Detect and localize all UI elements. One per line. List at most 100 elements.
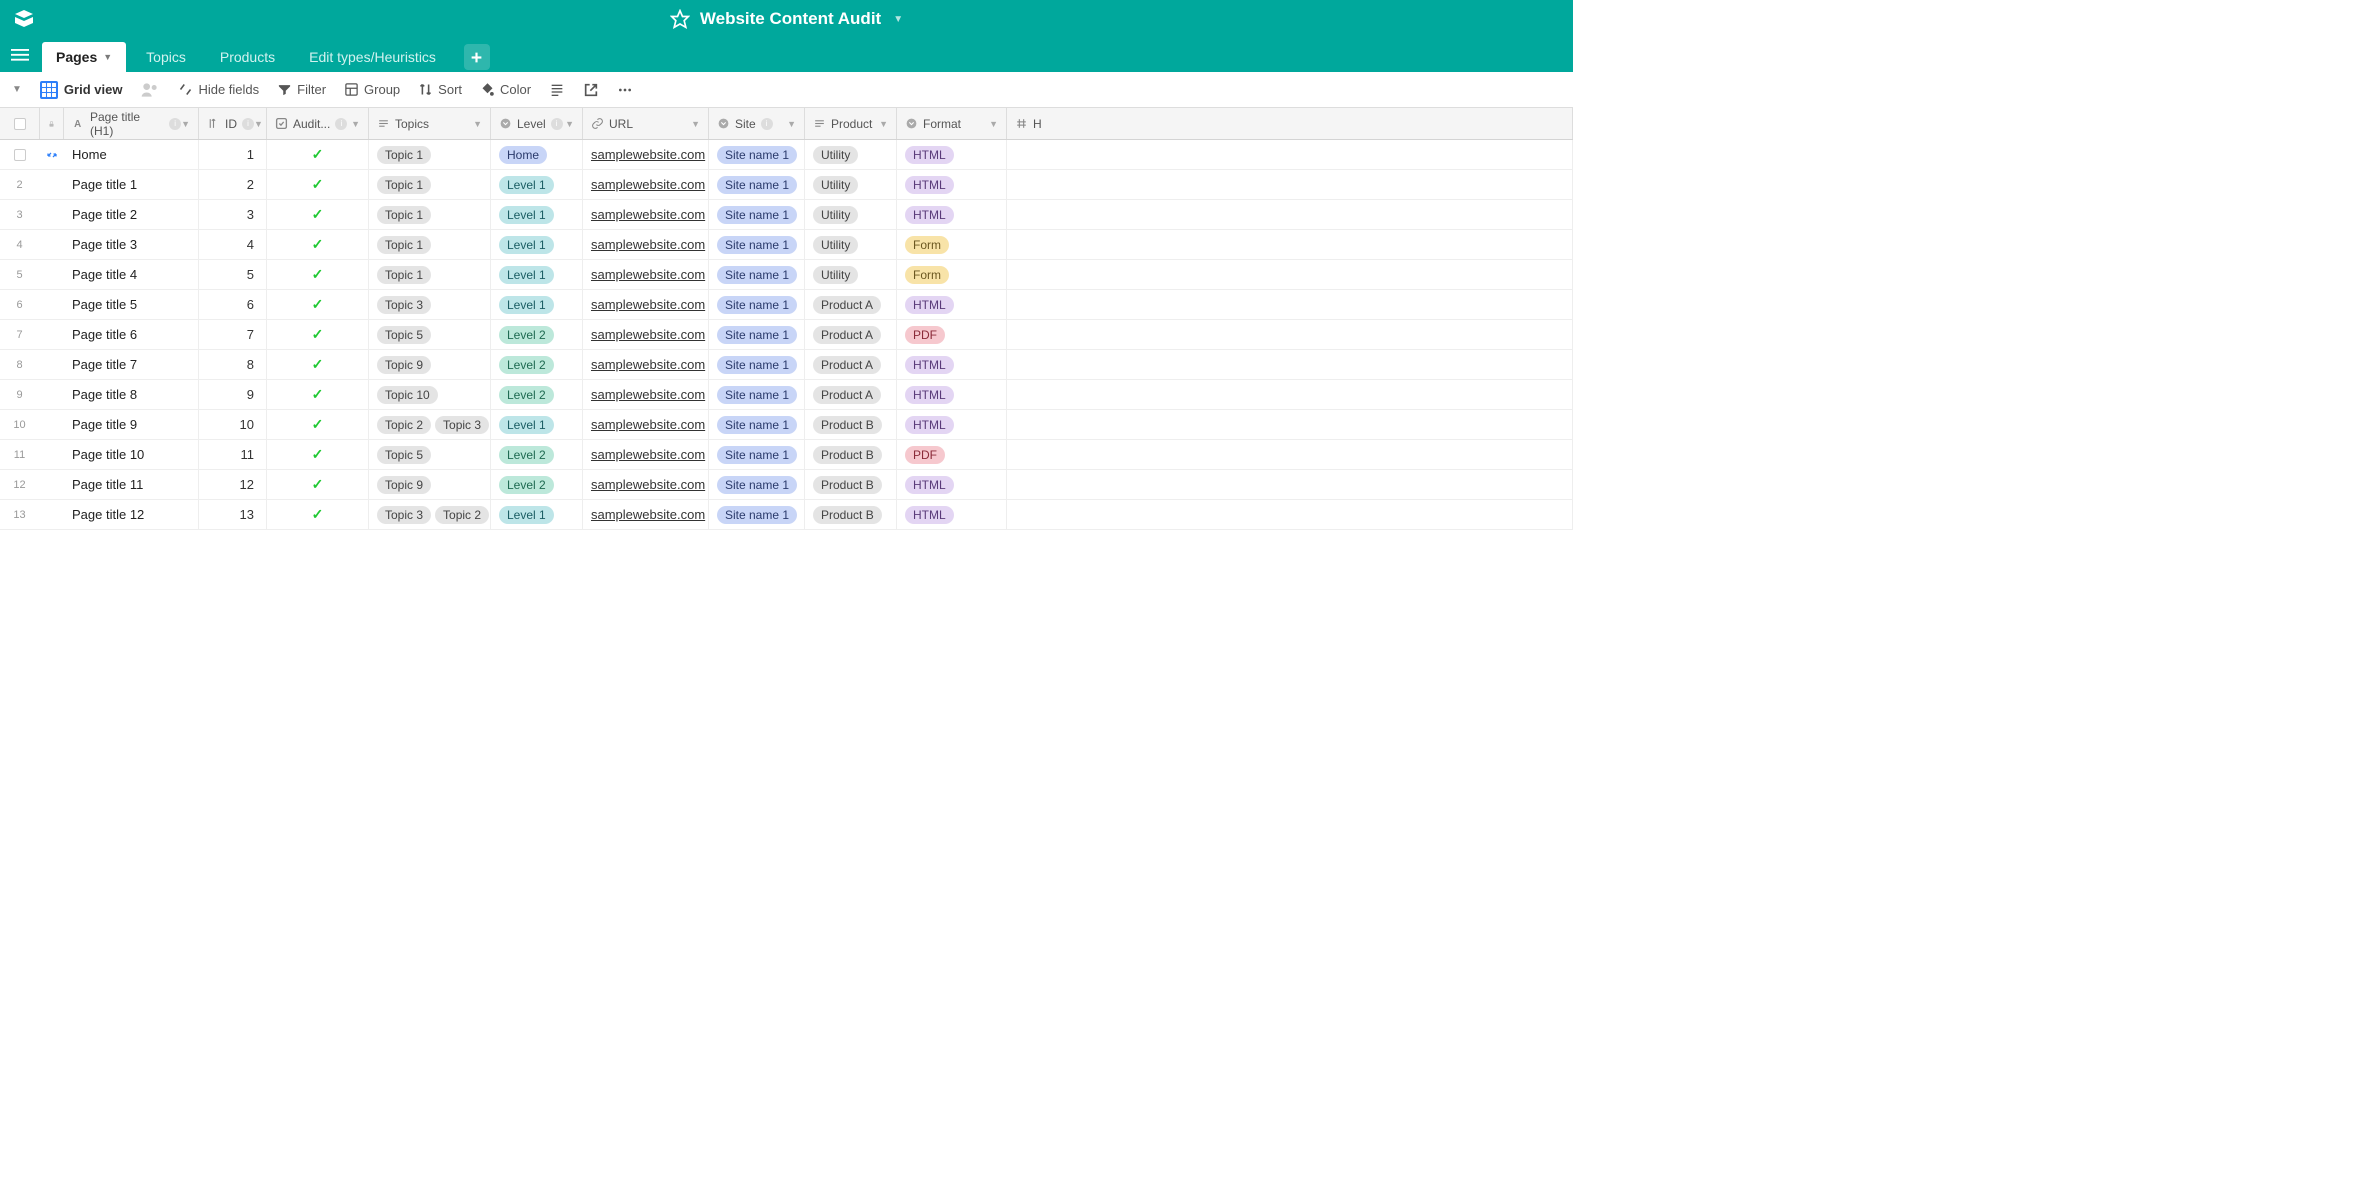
cell-format[interactable]: HTML (897, 350, 1007, 379)
more-options-button[interactable] (617, 82, 633, 98)
cell-audit[interactable]: ✓ (267, 290, 369, 319)
row-number[interactable]: 7 (0, 320, 40, 349)
row-number[interactable]: 10 (0, 410, 40, 439)
cell-id[interactable]: 1 (199, 140, 267, 169)
expand-record-icon[interactable] (40, 230, 64, 259)
column-header-title[interactable]: APage title (H1)i▼ (64, 108, 199, 139)
collaborators-icon[interactable] (140, 80, 160, 100)
select-all-column[interactable] (0, 108, 40, 139)
cell-extra[interactable] (1007, 500, 1573, 529)
cell-product[interactable]: Utility (805, 260, 897, 289)
cell-site[interactable]: Site name 1 (709, 290, 805, 319)
table-row[interactable]: 10Page title 910✓Topic 2Topic 3Level 1sa… (0, 410, 1573, 440)
cell-format[interactable]: Form (897, 230, 1007, 259)
table-row[interactable]: 6Page title 56✓Topic 3Level 1samplewebsi… (0, 290, 1573, 320)
cell-site[interactable]: Site name 1 (709, 200, 805, 229)
cell-level[interactable]: Level 1 (491, 500, 583, 529)
cell-title[interactable]: Page title 4 (64, 260, 199, 289)
share-view-button[interactable] (583, 82, 599, 98)
table-row[interactable]: 2Page title 12✓Topic 1Level 1samplewebsi… (0, 170, 1573, 200)
cell-level[interactable]: Home (491, 140, 583, 169)
tab-topics[interactable]: Topics (132, 42, 200, 72)
cell-title[interactable]: Page title 9 (64, 410, 199, 439)
cell-title[interactable]: Page title 1 (64, 170, 199, 199)
views-dropdown-icon[interactable]: ▼ (12, 84, 22, 95)
expand-record-icon[interactable] (40, 170, 64, 199)
tab-pages[interactable]: Pages▼ (42, 42, 126, 72)
row-height-button[interactable] (549, 82, 565, 98)
cell-topics[interactable]: Topic 1 (369, 230, 491, 259)
table-row[interactable]: 7Page title 67✓Topic 5Level 2samplewebsi… (0, 320, 1573, 350)
color-button[interactable]: Color (480, 82, 531, 97)
column-header-product[interactable]: Product▼ (805, 108, 897, 139)
cell-audit[interactable]: ✓ (267, 170, 369, 199)
cell-title[interactable]: Page title 5 (64, 290, 199, 319)
expand-record-icon[interactable] (40, 350, 64, 379)
cell-url[interactable]: samplewebsite.com (583, 320, 709, 349)
cell-product[interactable]: Product B (805, 440, 897, 469)
cell-extra[interactable] (1007, 380, 1573, 409)
view-switcher[interactable]: Grid view (40, 81, 123, 99)
table-row[interactable]: 13Page title 1213✓Topic 3Topic 2Level 1s… (0, 500, 1573, 530)
table-row[interactable]: Home1✓Topic 1Homesamplewebsite.comSite n… (0, 140, 1573, 170)
cell-site[interactable]: Site name 1 (709, 500, 805, 529)
cell-extra[interactable] (1007, 140, 1573, 169)
cell-site[interactable]: Site name 1 (709, 410, 805, 439)
cell-topics[interactable]: Topic 10 (369, 380, 491, 409)
group-button[interactable]: Group (344, 82, 400, 97)
cell-site[interactable]: Site name 1 (709, 140, 805, 169)
cell-format[interactable]: PDF (897, 320, 1007, 349)
cell-title[interactable]: Page title 11 (64, 470, 199, 499)
cell-product[interactable]: Product A (805, 320, 897, 349)
cell-audit[interactable]: ✓ (267, 200, 369, 229)
cell-title[interactable]: Page title 8 (64, 380, 199, 409)
row-number[interactable]: 8 (0, 350, 40, 379)
cell-site[interactable]: Site name 1 (709, 380, 805, 409)
cell-format[interactable]: HTML (897, 410, 1007, 439)
cell-title[interactable]: Page title 3 (64, 230, 199, 259)
expand-record-icon[interactable] (40, 410, 64, 439)
cell-audit[interactable]: ✓ (267, 140, 369, 169)
cell-title[interactable]: Page title 12 (64, 500, 199, 529)
table-row[interactable]: 5Page title 45✓Topic 1Level 1samplewebsi… (0, 260, 1573, 290)
column-header-url[interactable]: URL▼ (583, 108, 709, 139)
menu-button[interactable] (8, 43, 32, 67)
cell-url[interactable]: samplewebsite.com (583, 410, 709, 439)
cell-url[interactable]: samplewebsite.com (583, 230, 709, 259)
cell-product[interactable]: Utility (805, 230, 897, 259)
row-number[interactable]: 12 (0, 470, 40, 499)
column-header-audit[interactable]: Audit...i▼ (267, 108, 369, 139)
cell-title[interactable]: Page title 6 (64, 320, 199, 349)
row-number[interactable]: 11 (0, 440, 40, 469)
cell-level[interactable]: Level 2 (491, 380, 583, 409)
cell-url[interactable]: samplewebsite.com (583, 350, 709, 379)
row-number[interactable]: 9 (0, 380, 40, 409)
expand-record-icon[interactable] (40, 470, 64, 499)
cell-product[interactable]: Utility (805, 140, 897, 169)
cell-level[interactable]: Level 1 (491, 260, 583, 289)
cell-id[interactable]: 3 (199, 200, 267, 229)
row-number[interactable]: 3 (0, 200, 40, 229)
row-number[interactable]: 2 (0, 170, 40, 199)
cell-audit[interactable]: ✓ (267, 320, 369, 349)
cell-product[interactable]: Product B (805, 410, 897, 439)
cell-url[interactable]: samplewebsite.com (583, 470, 709, 499)
expand-record-icon[interactable] (40, 200, 64, 229)
cell-product[interactable]: Product A (805, 380, 897, 409)
cell-id[interactable]: 13 (199, 500, 267, 529)
cell-extra[interactable] (1007, 260, 1573, 289)
cell-audit[interactable]: ✓ (267, 500, 369, 529)
cell-extra[interactable] (1007, 170, 1573, 199)
airtable-logo-icon[interactable] (12, 7, 36, 31)
cell-audit[interactable]: ✓ (267, 410, 369, 439)
column-header-topics[interactable]: Topics▼ (369, 108, 491, 139)
row-number[interactable]: 5 (0, 260, 40, 289)
row-number[interactable] (0, 140, 40, 169)
cell-url[interactable]: samplewebsite.com (583, 440, 709, 469)
cell-format[interactable]: HTML (897, 170, 1007, 199)
cell-level[interactable]: Level 2 (491, 440, 583, 469)
add-table-button[interactable] (464, 44, 490, 70)
cell-format[interactable]: PDF (897, 440, 1007, 469)
cell-product[interactable]: Utility (805, 200, 897, 229)
cell-title[interactable]: Page title 10 (64, 440, 199, 469)
